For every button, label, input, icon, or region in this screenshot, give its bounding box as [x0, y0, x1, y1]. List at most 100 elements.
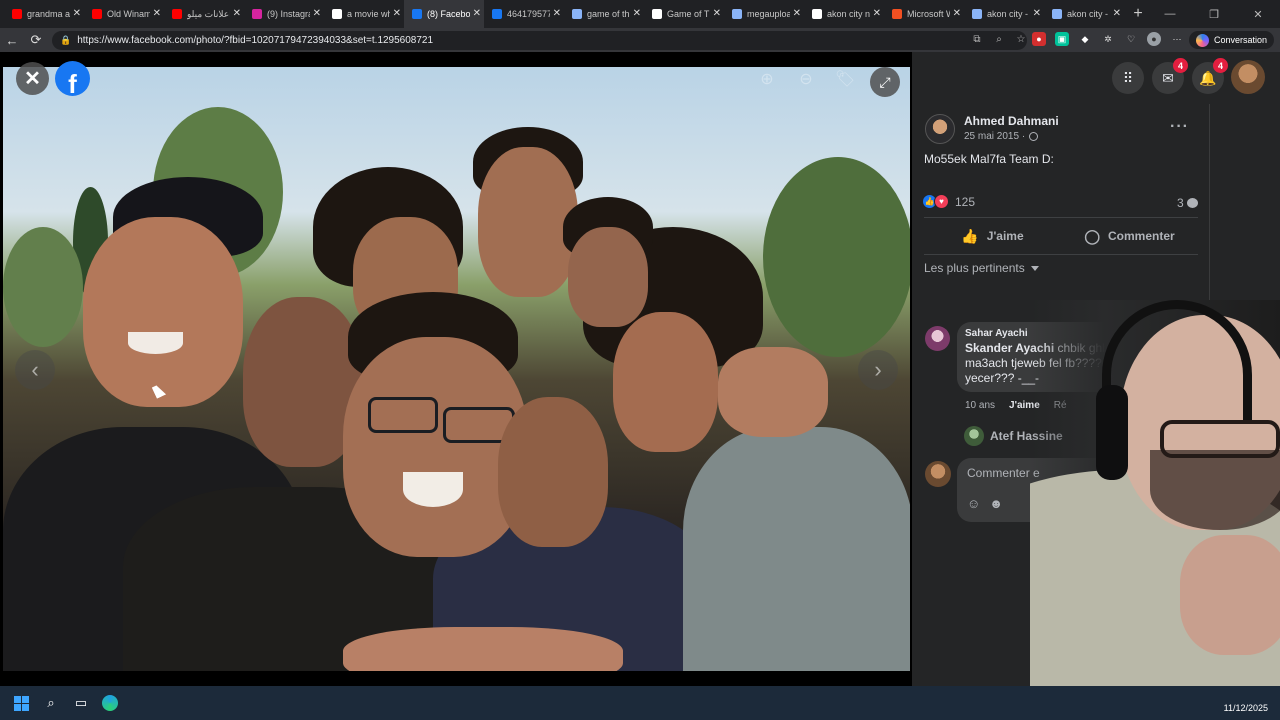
reply-author-avatar: [964, 426, 984, 446]
browser-tab[interactable]: 4641795777✕: [484, 0, 564, 28]
fullscreen-button[interactable]: ⤢: [870, 67, 900, 97]
tab-close-icon[interactable]: ✕: [873, 8, 881, 19]
photo-viewer: ✕ f ⊕ ⊖ 🏷 ⤢ ‹ ›: [0, 52, 912, 686]
extension-green-icon[interactable]: ▣: [1055, 32, 1069, 46]
zoom-in-icon[interactable]: ⊕: [754, 66, 780, 92]
webcam-overlay: [1030, 300, 1280, 700]
copilot-button[interactable]: Conversation: [1188, 31, 1274, 49]
tab-close-icon[interactable]: ✕: [473, 8, 481, 19]
comment-button[interactable]: ◯ Commenter: [1061, 218, 1198, 254]
messenger-button[interactable]: ✉ 4: [1152, 58, 1188, 94]
zoom-out-icon[interactable]: ⊖: [793, 66, 819, 92]
tab-favicon-icon: [12, 9, 22, 19]
browser-tab[interactable]: grandma ap✕: [4, 0, 84, 28]
tab-title: game of thr: [587, 9, 630, 19]
tab-close-icon[interactable]: ✕: [793, 8, 801, 19]
tab-favicon-icon: [92, 9, 102, 19]
browser-tab[interactable]: akon city - I ✕: [964, 0, 1044, 28]
author-avatar[interactable]: [925, 114, 955, 144]
tab-close-icon[interactable]: ✕: [1113, 8, 1121, 19]
comment-sort-dropdown[interactable]: Les plus pertinents: [924, 261, 1039, 275]
site-info-icon[interactable]: 🔒: [60, 35, 71, 46]
comment-count-value: 3: [1177, 196, 1184, 210]
browser-tab[interactable]: (9) Instagram✕: [244, 0, 324, 28]
like-button[interactable]: 👍 J'aime: [924, 218, 1061, 254]
more-options-button[interactable]: ···: [1170, 118, 1189, 136]
browser-tab[interactable]: megauploa ✕: [724, 0, 804, 28]
tab-close-icon[interactable]: ✕: [713, 8, 721, 19]
back-button[interactable]: ←: [0, 28, 24, 52]
browser-tab[interactable]: Microsoft W ✕: [884, 0, 964, 28]
tab-favicon-icon: [492, 9, 502, 19]
tab-close-icon[interactable]: ✕: [393, 8, 401, 19]
url-field[interactable]: 🔒 https://www.facebook.com/photo/?fbid=1…: [52, 30, 1027, 50]
browser-tab[interactable]: a movie whe✕: [324, 0, 404, 28]
facebook-logo[interactable]: f: [55, 61, 90, 96]
tab-close-icon[interactable]: ✕: [1033, 8, 1041, 19]
search-icon[interactable]: ⌕: [42, 694, 60, 712]
reload-button[interactable]: ⟳: [24, 28, 48, 52]
divider: [924, 254, 1198, 255]
browser-tab[interactable]: Old Winamp✕: [84, 0, 164, 28]
browser-tab[interactable]: game of thr ✕: [564, 0, 644, 28]
tab-close-icon[interactable]: ✕: [233, 8, 241, 19]
menu-grid-button[interactable]: ⠿: [1112, 62, 1144, 94]
profile-icon[interactable]: ●: [1147, 32, 1161, 46]
start-button[interactable]: [12, 694, 30, 712]
facebook-logo-letter: f: [68, 69, 77, 96]
emoji-icon[interactable]: ☻: [989, 496, 1003, 511]
tab-title: Microsoft W: [907, 9, 950, 19]
performance-icon[interactable]: ♡: [1124, 32, 1138, 46]
tab-close-icon[interactable]: ✕: [553, 8, 561, 19]
webcam-person-beard: [1150, 450, 1280, 530]
notifications-button[interactable]: 🔔 4: [1192, 58, 1228, 94]
tab-title: اعلانات ميلو: [187, 8, 230, 19]
tab-title: akon city - I: [1067, 9, 1110, 19]
browser-tab[interactable]: akon city - I ✕: [1044, 0, 1124, 28]
headset-earcup: [1096, 385, 1128, 480]
tab-title: grandma ap: [27, 9, 70, 19]
account-avatar[interactable]: [1231, 60, 1265, 94]
avatar-sticker-icon[interactable]: ☺: [967, 496, 980, 511]
reactions-summary[interactable]: 👍 ♥ 125: [922, 194, 975, 209]
sort-label: Les plus pertinents: [924, 261, 1025, 275]
extension-red-icon[interactable]: ●: [1032, 32, 1046, 46]
next-photo-button[interactable]: ›: [858, 350, 898, 390]
maximize-button[interactable]: ❐: [1192, 0, 1236, 28]
tab-favicon-icon: [1052, 9, 1062, 19]
tab-title: akon city - I: [987, 9, 1030, 19]
tab-close-icon[interactable]: ✕: [153, 8, 161, 19]
browser-tab[interactable]: akon city no✕: [804, 0, 884, 28]
tab-close-icon[interactable]: ✕: [633, 8, 641, 19]
task-view-icon[interactable]: ▭: [72, 694, 90, 712]
favorite-star-icon[interactable]: ☆: [1014, 32, 1028, 46]
comment-count[interactable]: 3: [1177, 196, 1198, 210]
post-date[interactable]: 25 mai 2015 ·: [964, 131, 1025, 142]
post-caption: Mo55ek Mal7fa Team D:: [924, 152, 1054, 166]
zoom-icon[interactable]: ⌕: [992, 32, 1006, 46]
comment-time[interactable]: 10 ans: [965, 400, 995, 411]
browser-tab[interactable]: (8) Faceboo✕: [404, 0, 484, 28]
extensions-puzzle-icon[interactable]: ✲: [1101, 32, 1115, 46]
tab-favicon-icon: [892, 9, 902, 19]
tab-close-icon[interactable]: ✕: [73, 8, 81, 19]
taskbar-clock[interactable]: 11/12/2025: [1224, 703, 1268, 713]
app-available-icon[interactable]: ⧉: [970, 32, 984, 46]
minimize-button[interactable]: —: [1148, 0, 1192, 28]
more-menu-icon[interactable]: ⋯: [1170, 32, 1184, 46]
browser-tab[interactable]: اعلانات ميلو ✕: [164, 0, 244, 28]
commenter-avatar[interactable]: [925, 326, 950, 351]
reaction-count: 125: [955, 194, 976, 209]
previous-photo-button[interactable]: ‹: [15, 350, 55, 390]
tab-close-icon[interactable]: ✕: [953, 8, 961, 19]
browser-tab[interactable]: Game of Thr✕: [644, 0, 724, 28]
audience-globe-icon: [1029, 132, 1039, 141]
edge-browser-icon[interactable]: [101, 694, 119, 712]
tag-icon[interactable]: 🏷: [832, 66, 858, 92]
close-window-button[interactable]: ✕: [1236, 0, 1280, 28]
author-name[interactable]: Ahmed Dahmani: [964, 114, 1059, 128]
close-viewer-button[interactable]: ✕: [16, 62, 49, 95]
tab-close-icon[interactable]: ✕: [313, 8, 321, 19]
extension-diamond-icon[interactable]: ◆: [1078, 32, 1092, 46]
composer-icons: ☺ ☻: [967, 496, 1003, 511]
